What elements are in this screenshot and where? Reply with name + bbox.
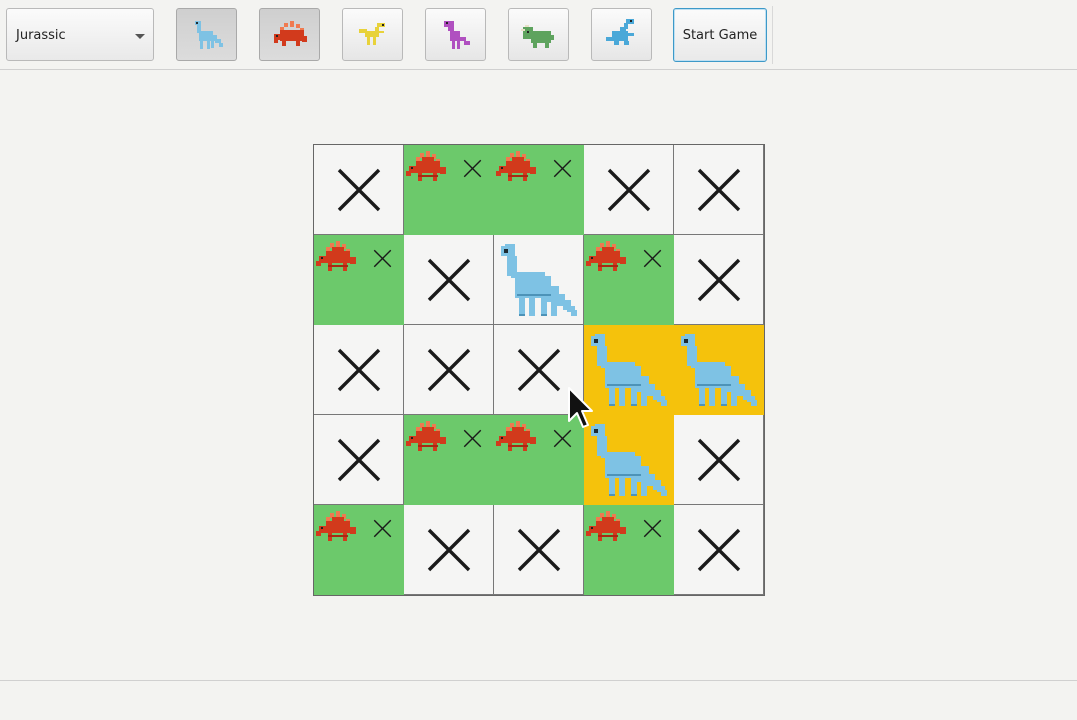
raptor-button[interactable] (342, 8, 403, 61)
board-cell-empty[interactable] (674, 145, 764, 235)
era-select-value: Jurassic (16, 28, 66, 43)
board-cell-stegosaurus[interactable] (584, 505, 674, 595)
board-cell-brontosaurus-highlighted[interactable] (674, 325, 764, 415)
brontosaurus-icon (501, 244, 577, 316)
plesiosaur-button[interactable] (591, 8, 652, 61)
board-cell-empty[interactable] (674, 235, 764, 325)
brontosaurus-icon (591, 334, 667, 406)
x-mark-icon (607, 168, 651, 212)
board-cell-brontosaurus-highlighted[interactable] (584, 415, 674, 505)
board-cell-brontosaurus[interactable] (494, 235, 584, 325)
x-mark-icon (337, 438, 381, 482)
board-cell-stegosaurus[interactable] (404, 145, 494, 235)
stegosaurus-icon (586, 241, 626, 271)
stegosaurus-icon (406, 151, 446, 181)
blue-brontosaurus-icon (194, 20, 223, 49)
purple-trex-icon (443, 20, 470, 49)
x-mark-icon (373, 249, 392, 268)
board-cell-brontosaurus-highlighted[interactable] (584, 325, 674, 415)
x-mark-icon (337, 168, 381, 212)
x-mark-icon (697, 168, 741, 212)
x-mark-icon (553, 429, 572, 448)
chevron-down-icon (135, 34, 145, 39)
stegosaurus-button[interactable] (259, 8, 320, 61)
stegosaurus-icon (586, 511, 626, 541)
board-cell-stegosaurus[interactable] (314, 235, 404, 325)
start-game-button[interactable]: Start Game (673, 8, 767, 62)
red-stegosaurus-icon (273, 20, 307, 46)
game-board (313, 144, 765, 596)
board-cell-stegosaurus[interactable] (404, 415, 494, 505)
green-triceratops-icon (520, 24, 554, 48)
board-cell-empty[interactable] (404, 505, 494, 595)
board-cell-empty[interactable] (314, 145, 404, 235)
board-cell-empty[interactable] (404, 235, 494, 325)
x-mark-icon (337, 348, 381, 392)
board-cell-empty[interactable] (494, 505, 584, 595)
x-mark-icon (463, 159, 482, 178)
era-select[interactable]: Jurassic (6, 8, 154, 61)
x-mark-icon (517, 348, 561, 392)
x-mark-icon (463, 429, 482, 448)
toolbar: Jurassic Start Game (0, 0, 1077, 70)
brontosaurus-button[interactable] (176, 8, 237, 61)
status-bar (0, 680, 1077, 720)
board-cell-empty[interactable] (674, 415, 764, 505)
board-cell-stegosaurus[interactable] (494, 145, 584, 235)
x-mark-icon (427, 258, 471, 302)
trex-button[interactable] (425, 8, 486, 61)
x-mark-icon (517, 528, 561, 572)
stegosaurus-icon (316, 511, 356, 541)
blue-plesiosaur-icon (605, 18, 634, 45)
board-cell-empty[interactable] (404, 325, 494, 415)
stegosaurus-icon (496, 151, 536, 181)
stegosaurus-icon (496, 421, 536, 451)
board-cell-empty[interactable] (674, 505, 764, 595)
x-mark-icon (427, 348, 471, 392)
board-cell-empty[interactable] (584, 145, 674, 235)
triceratops-button[interactable] (508, 8, 569, 61)
board-cell-stegosaurus[interactable] (314, 505, 404, 595)
brontosaurus-icon (591, 424, 667, 496)
yellow-raptor-icon (358, 22, 385, 45)
board-cell-empty[interactable] (314, 415, 404, 505)
stegosaurus-icon (316, 241, 356, 271)
toolbar-separator (772, 6, 773, 64)
x-mark-icon (643, 519, 662, 538)
x-mark-icon (553, 159, 572, 178)
board-cell-stegosaurus[interactable] (584, 235, 674, 325)
x-mark-icon (697, 528, 741, 572)
x-mark-icon (697, 258, 741, 302)
stegosaurus-icon (406, 421, 446, 451)
mouse-cursor-icon (568, 387, 593, 428)
x-mark-icon (697, 438, 741, 482)
x-mark-icon (373, 519, 392, 538)
x-mark-icon (643, 249, 662, 268)
x-mark-icon (427, 528, 471, 572)
brontosaurus-icon (681, 334, 757, 406)
board-cell-empty[interactable] (314, 325, 404, 415)
